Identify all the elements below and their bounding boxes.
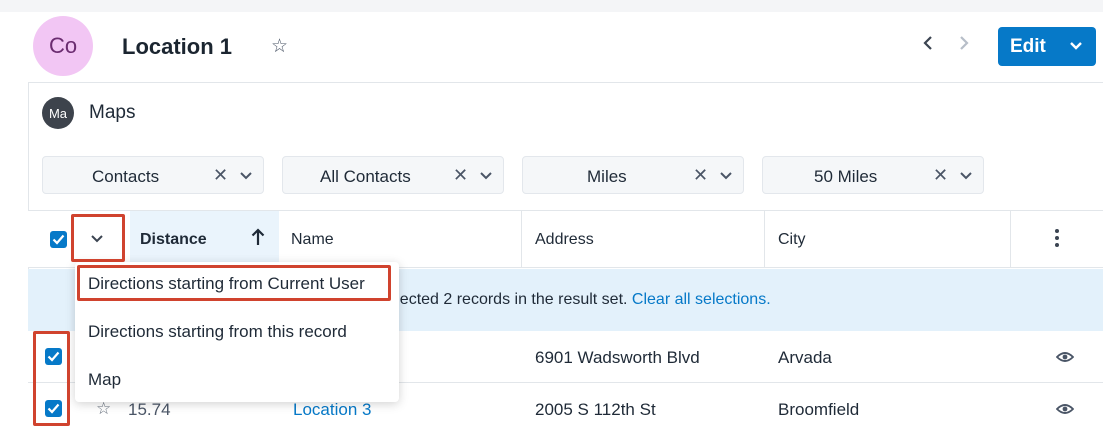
chevron-down-icon[interactable] <box>958 168 974 184</box>
record-avatar: Co <box>33 16 93 76</box>
checkbox-icon <box>47 351 60 362</box>
chevron-down-icon <box>91 235 103 243</box>
row-name-link[interactable]: Location 3 <box>293 400 371 420</box>
list-filter[interactable]: All Contacts ✕ <box>282 156 504 194</box>
next-record-button[interactable] <box>958 34 970 57</box>
page-title: Location 1 <box>122 34 233 59</box>
previous-record-button[interactable] <box>922 34 934 57</box>
row-address: 6901 Wadsworth Blvd <box>535 348 700 367</box>
chevron-left-icon <box>923 36 932 50</box>
chevron-down-icon[interactable] <box>1068 38 1084 54</box>
module-filter-value: Contacts <box>92 167 160 186</box>
chevron-down-icon[interactable] <box>718 168 734 184</box>
list-filter-value: All Contacts <box>320 167 411 186</box>
radius-filter-value: 50 Miles <box>814 167 878 186</box>
column-divider <box>764 211 765 268</box>
row-city: Arvada <box>778 348 832 367</box>
mass-actions-menu: Directions starting from Current User Di… <box>75 262 399 402</box>
edit-button-label: Edit <box>1010 35 1046 57</box>
chevron-down-icon[interactable] <box>238 168 254 184</box>
clear-x-icon[interactable]: ✕ <box>213 165 228 186</box>
column-divider <box>1010 211 1011 268</box>
column-header-city[interactable]: City <box>778 231 806 249</box>
clear-x-icon[interactable]: ✕ <box>453 165 468 186</box>
clear-x-icon[interactable]: ✕ <box>693 165 708 186</box>
menu-item-directions-this-record[interactable]: Directions starting from this record <box>88 322 347 342</box>
row-city: Broomfield <box>778 400 860 419</box>
dashlet-avatar: Ma <box>42 97 74 129</box>
column-header-address[interactable]: Address <box>535 231 594 249</box>
column-divider <box>521 211 522 268</box>
chevron-down-icon[interactable] <box>478 168 494 184</box>
kebab-icon[interactable] <box>1054 228 1060 254</box>
eye-icon[interactable] <box>1055 350 1075 369</box>
column-header-distance[interactable]: Distance <box>140 231 207 249</box>
select-all-checkbox[interactable] <box>50 231 67 248</box>
unit-filter-value: Miles <box>587 167 627 186</box>
radius-filter[interactable]: 50 Miles ✕ <box>762 156 984 194</box>
row-checkbox[interactable] <box>45 400 62 417</box>
checkbox-icon <box>52 234 65 245</box>
clear-x-icon[interactable]: ✕ <box>933 165 948 186</box>
top-strip <box>0 0 1103 12</box>
menu-item-directions-current-user[interactable]: Directions starting from Current User <box>88 274 365 294</box>
arrow-up-icon[interactable] <box>251 228 265 252</box>
column-header-name[interactable]: Name <box>291 231 334 249</box>
dashlet-title: Maps <box>89 102 136 123</box>
chevron-right-icon <box>960 36 969 50</box>
selection-count-text: e selected 2 records in the result set. <box>366 291 628 308</box>
favorite-star-icon[interactable]: ☆ <box>271 35 288 58</box>
row-address: 2005 S 112th St <box>535 400 656 419</box>
selection-message: e selected 2 records in the result set. … <box>366 291 771 309</box>
row-checkbox[interactable] <box>45 348 62 365</box>
edit-button[interactable]: Edit <box>998 27 1096 66</box>
clear-selections-link[interactable]: Clear all selections. <box>632 291 771 308</box>
mass-actions-toggle[interactable] <box>89 231 105 252</box>
menu-item-map[interactable]: Map <box>88 370 121 390</box>
eye-icon[interactable] <box>1055 402 1075 421</box>
unit-filter[interactable]: Miles ✕ <box>522 156 744 194</box>
row-distance: 15.74 <box>128 400 171 419</box>
module-filter[interactable]: Contacts ✕ <box>42 156 264 194</box>
star-icon[interactable]: ☆ <box>96 399 111 419</box>
checkbox-icon <box>47 403 60 414</box>
